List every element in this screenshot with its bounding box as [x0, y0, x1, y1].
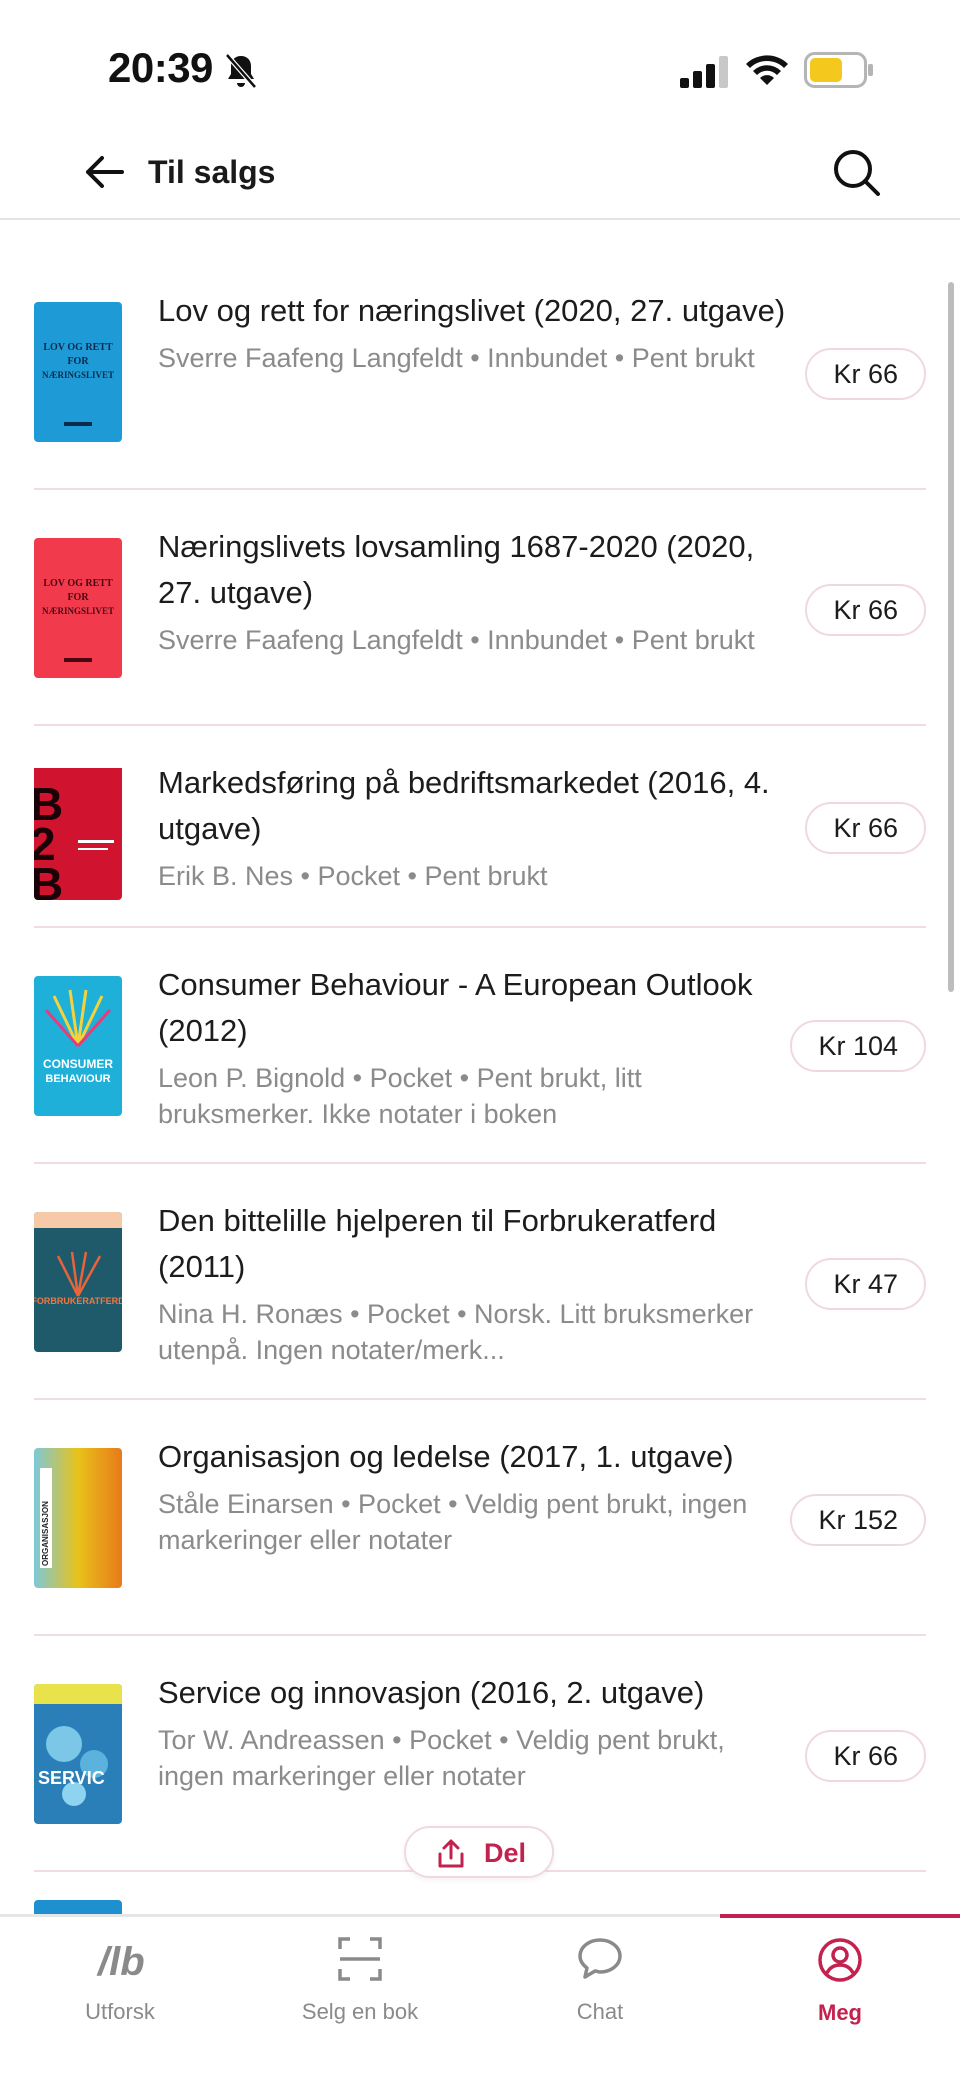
list-item[interactable]: ORGANISASJON Organisasjon og ledelse (20…	[34, 1400, 926, 1636]
arrow-left-icon[interactable]	[82, 150, 126, 194]
signal-icon	[680, 56, 728, 88]
price-badge[interactable]: Kr 66	[805, 802, 926, 854]
list-item[interactable]: B 2 B Markedsføring på bedriftsmarkedet …	[34, 726, 926, 928]
listing-title: Organisasjon og ledelse (2017, 1. utgave…	[158, 1439, 734, 1474]
bottom-nav: /lb Utforsk Selg en bok Chat Meg	[0, 1914, 960, 2086]
listing-meta: Sverre Faafeng Langfeldt • Innbundet • P…	[158, 343, 755, 373]
listing-meta: Leon P. Bignold • Pocket • Pent brukt, l…	[158, 1063, 642, 1129]
share-icon	[438, 1839, 464, 1868]
svg-text:CONSUMER: CONSUMER	[43, 1057, 113, 1071]
nav-item-chat[interactable]: Chat	[480, 1917, 720, 2086]
listing-title: Markedsføring på bedriftsmarkedet (2016,…	[158, 765, 770, 846]
share-button[interactable]: Del	[404, 1826, 554, 1878]
app-header: Til salgs	[0, 130, 960, 220]
listing-meta: Erik B. Nes • Pocket • Pent brukt	[158, 861, 548, 891]
listing-meta: Sverre Faafeng Langfeldt • Innbundet • P…	[158, 625, 755, 655]
price-badge[interactable]: Kr 66	[805, 348, 926, 400]
nav-label: Chat	[576, 1999, 624, 2024]
status-time: 20:39	[108, 44, 213, 91]
share-label: Del	[484, 1838, 527, 1868]
svg-text:ORGANISASJON: ORGANISASJON	[41, 1501, 50, 1566]
nav-label: Utforsk	[85, 1999, 155, 2024]
list-item[interactable]: CONSUMER BEHAVIOUR Consumer Behaviour - …	[34, 928, 926, 1164]
listing-meta: Ståle Einarsen • Pocket • Veldig pent br…	[158, 1489, 748, 1555]
scrollbar[interactable]	[948, 282, 954, 992]
svg-text:FOR: FOR	[67, 356, 89, 367]
price-badge[interactable]: Kr 66	[805, 584, 926, 636]
svg-text:FORBRUKERATFERD: FORBRUKERATFERD	[34, 1296, 122, 1306]
book-cover: ORGANISASJON	[34, 1448, 122, 1588]
svg-text:NÆRINGSLIVET: NÆRINGSLIVET	[42, 370, 114, 380]
wifi-icon	[746, 55, 788, 85]
book-cover: LOV OG RETT FOR NÆRINGSLIVET	[34, 538, 122, 678]
listing-list[interactable]: LOV OG RETT FOR NÆRINGSLIVET Lov og rett…	[0, 222, 960, 1916]
book-cover: CONSUMER BEHAVIOUR	[34, 976, 122, 1116]
explore-icon: /lb	[96, 1940, 144, 1983]
profile-icon	[818, 1938, 862, 1982]
svg-text:SERVIC: SERVIC	[38, 1768, 105, 1788]
svg-text:LOV OG RETT: LOV OG RETT	[43, 578, 113, 589]
nav-item-sell-book[interactable]: Selg en bok	[240, 1917, 480, 2086]
search-icon[interactable]	[830, 146, 882, 198]
svg-text:FOR: FOR	[67, 592, 89, 603]
price-badge[interactable]: Kr 66	[805, 1730, 926, 1782]
listing-meta: Tor W. Andreassen • Pocket • Veldig pent…	[158, 1725, 725, 1791]
listing-title: Service og innovasjon (2016, 2. utgave)	[158, 1675, 705, 1710]
list-item[interactable]: LOV OG RETT FOR NÆRINGSLIVET Lov og rett…	[34, 222, 926, 490]
scan-icon	[338, 1937, 382, 1981]
listing-title: Consumer Behaviour - A European Outlook …	[158, 967, 753, 1048]
list-item[interactable]: LOV OG RETT FOR NÆRINGSLIVET Næringslive…	[34, 490, 926, 726]
list-item[interactable]: FORBRUKERATFERD Den bittelille hjelperen…	[34, 1164, 926, 1400]
battery-icon	[804, 52, 873, 88]
svg-text:LOV OG RETT: LOV OG RETT	[43, 342, 113, 353]
svg-text:BEHAVIOUR: BEHAVIOUR	[45, 1073, 110, 1085]
nav-label: Meg	[818, 2000, 862, 2025]
svg-text:/lb: /lb	[96, 1940, 144, 1983]
listing-title: Lov og rett for næringslivet (2020, 27. …	[158, 293, 786, 328]
nav-label: Selg en bok	[301, 1999, 419, 2024]
book-cover: B 2 B	[34, 760, 122, 900]
price-badge[interactable]: Kr 47	[805, 1258, 926, 1310]
listing-meta: Nina H. Ronæs • Pocket • Norsk. Litt bru…	[158, 1299, 754, 1365]
book-cover: LOV OG RETT FOR NÆRINGSLIVET	[34, 302, 122, 442]
nav-item-explore[interactable]: /lb Utforsk	[0, 1917, 240, 2086]
listing-title: Den bittelille hjelperen til Forbrukerat…	[158, 1203, 717, 1284]
price-badge[interactable]: Kr 104	[790, 1020, 926, 1072]
status-bar: 20:39	[0, 0, 960, 130]
chat-icon	[578, 1938, 622, 1979]
price-badge[interactable]: Kr 152	[790, 1494, 926, 1546]
nav-item-profile[interactable]: Meg	[720, 1914, 960, 2086]
page-title: Til salgs	[148, 154, 276, 190]
svg-text:B: B	[34, 858, 63, 900]
listing-title: Næringslivets lovsamling 1687-2020 (2020…	[158, 529, 755, 610]
book-cover: SERVIC	[34, 1684, 122, 1824]
book-cover: FORBRUKERATFERD	[34, 1212, 122, 1352]
svg-text:NÆRINGSLIVET: NÆRINGSLIVET	[42, 606, 114, 616]
bell-off-icon	[225, 53, 257, 89]
